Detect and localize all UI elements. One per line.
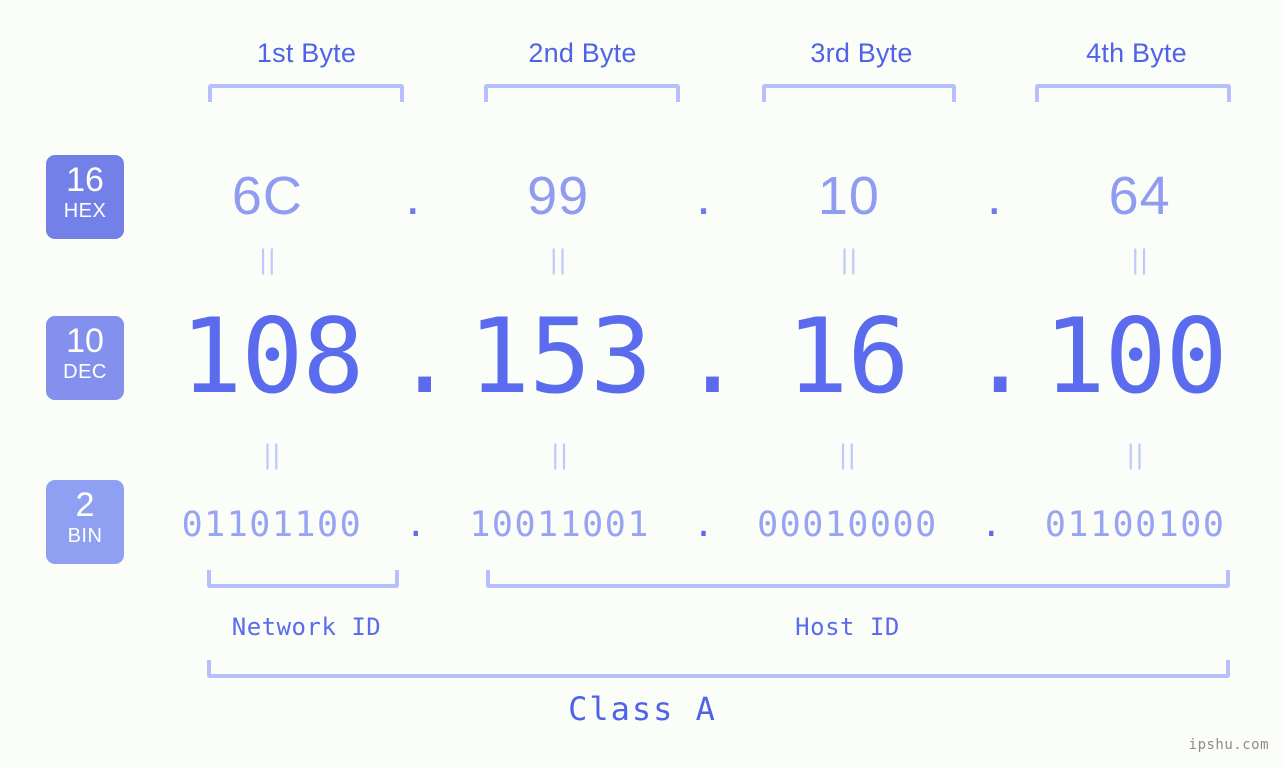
dec-octet-1: 108 bbox=[180, 297, 364, 417]
hex-octet-2: 99 bbox=[527, 166, 590, 226]
hex-separator-2: . bbox=[695, 165, 711, 226]
base-badge-bin-name: BIN bbox=[67, 525, 103, 547]
decimal-value-row: 108 . 153 . 16 . 100 bbox=[150, 292, 1257, 422]
dec-separator-3: . bbox=[969, 296, 1032, 417]
byte-header-1: 1st Byte bbox=[256, 38, 357, 68]
base-badge-bin-number: 2 bbox=[75, 486, 95, 524]
equals-row-hex-dec: || || || || bbox=[150, 243, 1257, 277]
equals-sign-4: || bbox=[1130, 245, 1149, 275]
bin-separator-3: . bbox=[980, 505, 1002, 545]
dec-octet-2: 153 bbox=[468, 297, 652, 417]
byte-header-4: 4th Byte bbox=[1086, 38, 1187, 68]
base-badge-hex-name: HEX bbox=[63, 200, 107, 222]
base-badge-dec: 10 DEC bbox=[46, 316, 124, 400]
bin-octet-3: 00010000 bbox=[757, 505, 938, 545]
hex-value-row: 6C . 99 . 10 . 64 bbox=[150, 150, 1257, 242]
equals-sign-5: || bbox=[263, 440, 281, 470]
ip-address-breakdown-diagram: 1st Byte 2nd Byte 3rd Byte 4th Byte 16 H… bbox=[0, 0, 1285, 767]
bin-octet-1: 01101100 bbox=[181, 505, 363, 545]
byte-header-2: 2nd Byte bbox=[528, 38, 637, 68]
dec-separator-2: . bbox=[681, 296, 744, 417]
hex-octet-3: 10 bbox=[817, 166, 880, 226]
byte-bracket-2 bbox=[484, 84, 680, 102]
dec-octet-4: 100 bbox=[1043, 297, 1228, 417]
base-badge-dec-name: DEC bbox=[63, 361, 107, 383]
equals-sign-8: || bbox=[1126, 440, 1144, 470]
network-id-label: Network ID bbox=[231, 613, 382, 641]
binary-value-row: 01101100 . 10011001 . 00010000 . 0110010… bbox=[150, 490, 1257, 560]
site-watermark: ipshu.com bbox=[1188, 737, 1269, 753]
byte-bracket-1 bbox=[208, 84, 404, 102]
base-badge-bin: 2 BIN bbox=[46, 480, 124, 564]
hex-separator-1: . bbox=[405, 165, 421, 226]
base-badge-dec-number: 10 bbox=[66, 322, 104, 360]
equals-row-dec-bin: || || || || bbox=[150, 438, 1257, 472]
byte-bracket-4 bbox=[1035, 84, 1231, 102]
host-id-bracket bbox=[486, 570, 1230, 588]
hex-octet-4: 64 bbox=[1108, 166, 1171, 226]
byte-header-3: 3rd Byte bbox=[810, 38, 913, 68]
equals-sign-7: || bbox=[838, 440, 857, 470]
base-badge-hex-number: 16 bbox=[66, 161, 104, 199]
bin-separator-2: . bbox=[692, 505, 715, 545]
base-badge-hex: 16 HEX bbox=[46, 155, 124, 239]
network-id-bracket bbox=[207, 570, 399, 588]
dec-octet-3: 16 bbox=[786, 297, 909, 417]
hex-separator-3: . bbox=[986, 165, 1002, 226]
equals-sign-2: || bbox=[549, 245, 567, 275]
host-id-label: Host ID bbox=[795, 613, 900, 641]
bin-separator-1: . bbox=[405, 505, 427, 545]
byte-bracket-3 bbox=[762, 84, 956, 102]
hex-octet-1: 6C bbox=[231, 166, 303, 226]
bin-octet-4: 01100100 bbox=[1044, 505, 1226, 545]
class-label: Class A bbox=[568, 690, 717, 728]
dec-separator-1: . bbox=[393, 296, 456, 417]
class-bracket bbox=[207, 660, 1230, 678]
equals-sign-6: || bbox=[550, 440, 569, 470]
equals-sign-1: || bbox=[258, 245, 277, 275]
bin-octet-2: 10011001 bbox=[469, 505, 650, 545]
equals-sign-3: || bbox=[840, 245, 858, 275]
